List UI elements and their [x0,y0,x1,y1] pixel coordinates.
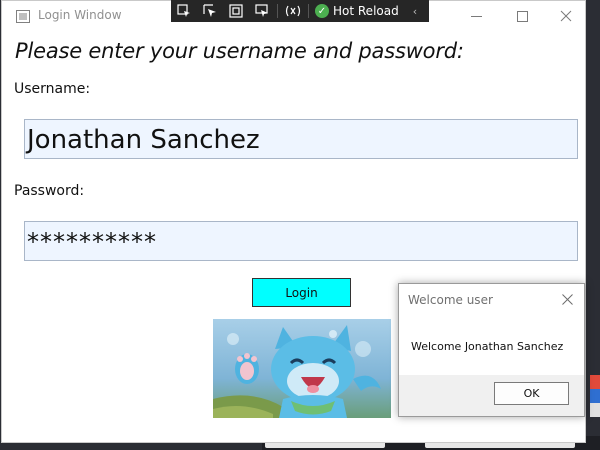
hot-reload-label: Hot Reload [333,4,399,18]
cartoon-cat-image [213,319,391,418]
login-button[interactable]: Login [252,278,351,307]
element-picker-icon [203,4,216,17]
minimize-button[interactable] [453,1,499,31]
hot-reload-check-icon: ✓ [315,4,329,18]
password-label: Password: [14,183,85,199]
window-app-icon [16,10,30,23]
close-icon [560,10,572,22]
ok-button[interactable]: OK [494,382,569,405]
toolbar-separator [308,4,309,18]
username-field[interactable]: Jonathan Sanchez [24,119,578,159]
background-window-edge [590,375,600,417]
password-value: ********** [27,228,157,256]
username-label: Username: [14,81,91,97]
hot-reload-button[interactable]: ✓ Hot Reload [311,4,399,18]
binding-failures-button[interactable] [280,0,306,22]
username-value: Jonathan Sanchez [27,125,260,155]
instructions-text: Please enter your username and password: [15,39,464,63]
collapse-arrow-icon[interactable]: ‹ [413,5,417,18]
dialog-title: Welcome user [408,293,493,307]
layout-adorner-icon [229,4,243,18]
window-title: Login Window [38,8,122,22]
binding-failures-icon [285,5,301,17]
maximize-button[interactable] [499,1,545,31]
layout-adorner-button[interactable] [223,0,249,22]
select-element-button[interactable] [171,0,197,22]
select-element-icon [177,4,190,17]
maximize-icon [516,10,528,22]
element-picker-button[interactable] [197,0,223,22]
welcome-dialog: Welcome user Welcome Jonathan Sanchez OK [398,283,585,417]
debug-toolbar: ✓ Hot Reload ‹ [171,0,429,22]
track-focus-icon [255,4,268,17]
dialog-close-button[interactable] [558,290,576,308]
track-focus-button[interactable] [249,0,275,22]
toolbar-separator [277,4,278,18]
close-button[interactable] [543,1,589,31]
dialog-message: Welcome Jonathan Sanchez [411,340,564,353]
password-field[interactable]: ********** [24,221,578,261]
close-icon [561,293,573,305]
minimize-icon [470,15,482,17]
